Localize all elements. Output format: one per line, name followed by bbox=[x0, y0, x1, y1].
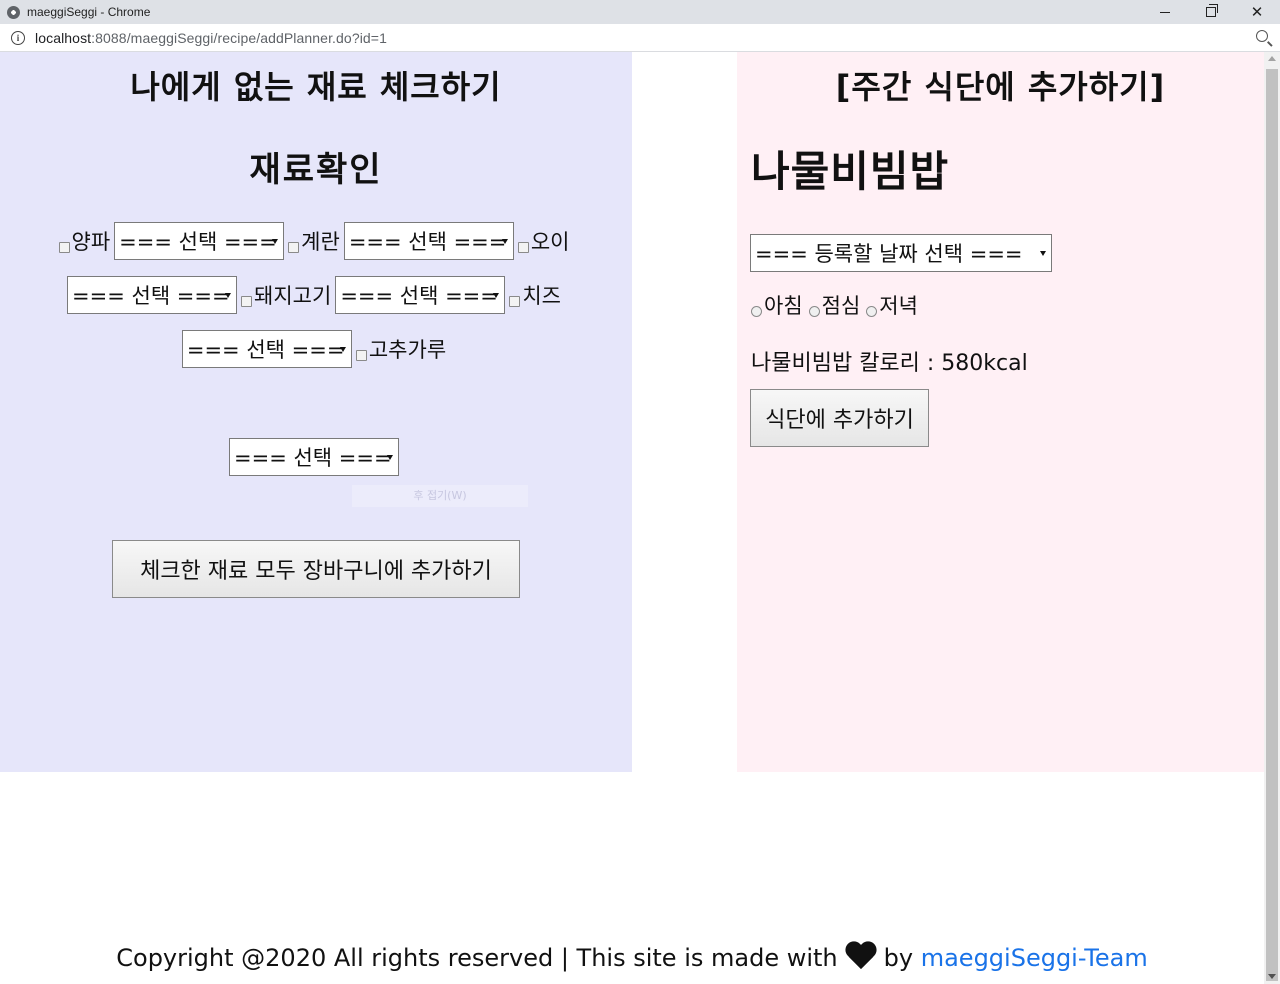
weekly-planner-panel: [주간 식단에 추가하기] 나물비빔밥 === 등록할 날짜 선택 === 아침… bbox=[737, 52, 1264, 772]
close-button[interactable]: ✕ bbox=[1234, 0, 1280, 24]
ingredient-confirm-heading: 재료확인 bbox=[249, 150, 383, 190]
ingredient-label-cheese: 치즈 bbox=[522, 284, 561, 308]
meal-label-breakfast: 아침 bbox=[764, 294, 803, 318]
ingredient-label-pork: 돼지고기 bbox=[254, 284, 332, 308]
ingredient-line: === 선택 === bbox=[0, 438, 632, 476]
minimize-icon bbox=[1160, 11, 1170, 13]
info-icon[interactable]: i bbox=[11, 30, 25, 45]
close-icon: ✕ bbox=[1250, 3, 1264, 21]
scroll-down-arrow-icon[interactable] bbox=[1268, 974, 1276, 979]
ingredient-select-cheese[interactable]: === 선택 === bbox=[181, 330, 352, 368]
faded-tooltip: 후 접기(W) bbox=[352, 485, 528, 507]
calorie-text: 나물비빔밥 칼로리 : 580kcal bbox=[751, 351, 1028, 376]
dropdown-arrow-icon bbox=[493, 293, 500, 298]
team-link[interactable]: maeggiSeggi-Team bbox=[921, 944, 1148, 972]
add-to-cart-button[interactable]: 체크한 재료 모두 장바구니에 추가하기 bbox=[112, 540, 520, 598]
meal-radio-group: 아침 점심 저녁 bbox=[751, 290, 924, 320]
select-value: === 선택 === bbox=[186, 338, 345, 362]
select-value: === 선택 === bbox=[119, 230, 277, 254]
select-value: === 등록할 날짜 선택 === bbox=[755, 242, 1023, 266]
recipe-name: 나물비빔밥 bbox=[751, 147, 950, 196]
url-path: :8088/maeggiSeggi/recipe/addPlanner.do?i… bbox=[91, 29, 387, 46]
ingredient-line: === 선택 === 돼지고기 === 선택 === 치즈 bbox=[0, 276, 632, 314]
restore-button[interactable] bbox=[1188, 0, 1234, 24]
dropdown-arrow-icon bbox=[272, 239, 279, 244]
ingredient-checkbox-onion[interactable] bbox=[58, 241, 70, 253]
ingredient-line: 양파 === 선택 === 계란 === 선택 === 오이 bbox=[0, 222, 632, 260]
ingredient-select-egg[interactable]: === 선택 === bbox=[343, 222, 514, 260]
ingredient-label-red-pepper-powder: 고추가루 bbox=[368, 338, 447, 362]
ingredient-checkbox-egg[interactable] bbox=[288, 241, 300, 253]
ingredient-checkbox-cheese[interactable] bbox=[509, 295, 521, 307]
scroll-up-arrow-icon[interactable] bbox=[1268, 56, 1276, 61]
dropdown-arrow-icon bbox=[1040, 251, 1046, 256]
minimize-button[interactable] bbox=[1142, 0, 1188, 24]
select-value: === 선택 === bbox=[234, 446, 392, 470]
ingredient-checkbox-red-pepper-powder[interactable] bbox=[355, 349, 367, 361]
restore-icon bbox=[1206, 4, 1218, 17]
ingredient-line: === 선택 === 고추가루 bbox=[0, 330, 632, 368]
ingredient-checkbox-cucumber[interactable] bbox=[517, 241, 529, 253]
page-viewport: 나에게 없는 재료 체크하기 재료확인 양파 === 선택 === 계란 ===… bbox=[0, 52, 1264, 984]
ingredient-label-onion: 양파 bbox=[71, 230, 111, 254]
window-titlebar: maeggiSeggi - Chrome ✕ bbox=[0, 0, 1280, 24]
ingredient-select-onion[interactable]: === 선택 === bbox=[114, 222, 285, 260]
select-value: === 선택 === bbox=[72, 284, 230, 308]
scrollbar-thumb[interactable] bbox=[1266, 69, 1278, 981]
date-select[interactable]: === 등록할 날짜 선택 === bbox=[750, 234, 1052, 272]
ingredient-label-egg: 계란 bbox=[301, 230, 340, 254]
ingredient-check-panel: 나에게 없는 재료 체크하기 재료확인 양파 === 선택 === 계란 ===… bbox=[0, 52, 632, 772]
ingredient-select-red-pepper-powder[interactable]: === 선택 === bbox=[229, 438, 399, 476]
zoom-icon[interactable] bbox=[1256, 30, 1268, 42]
ingredient-label-cucumber: 오이 bbox=[530, 230, 570, 254]
url-host: localhost bbox=[35, 29, 92, 46]
meal-radio-lunch[interactable] bbox=[808, 305, 820, 317]
dropdown-arrow-icon bbox=[225, 293, 232, 298]
url-text[interactable]: localhost:8088/maeggiSeggi/recipe/addPla… bbox=[35, 30, 387, 46]
meal-radio-breakfast[interactable] bbox=[751, 305, 762, 317]
meal-radio-dinner[interactable] bbox=[866, 305, 878, 317]
footer: Copyright @2020 All rights reserved | Th… bbox=[0, 942, 1264, 972]
chrome-icon bbox=[7, 5, 20, 19]
ingredient-check-title: 나에게 없는 재료 체크하기 bbox=[130, 68, 502, 106]
dropdown-arrow-icon bbox=[387, 455, 393, 460]
select-value: === 선택 === bbox=[348, 230, 507, 254]
window-title: maeggiSeggi - Chrome bbox=[27, 5, 151, 19]
ingredient-select-cucumber[interactable]: === 선택 === bbox=[67, 276, 238, 314]
weekly-planner-title: [주간 식단에 추가하기] bbox=[835, 68, 1166, 106]
select-value: === 선택 === bbox=[340, 284, 498, 308]
meal-label-dinner: 저녁 bbox=[879, 294, 918, 318]
add-to-planner-button[interactable]: 식단에 추가하기 bbox=[750, 389, 929, 447]
address-bar[interactable]: i localhost:8088/maeggiSeggi/recipe/addP… bbox=[0, 24, 1280, 52]
ingredient-select-pork[interactable]: === 선택 === bbox=[335, 276, 506, 314]
vertical-scrollbar[interactable] bbox=[1264, 52, 1280, 984]
dropdown-arrow-icon bbox=[339, 347, 346, 352]
heart-icon bbox=[844, 942, 878, 972]
dropdown-arrow-icon bbox=[501, 239, 508, 244]
footer-copyright: Copyright @2020 All rights reserved | Th… bbox=[116, 944, 838, 972]
meal-label-lunch: 점심 bbox=[821, 294, 861, 318]
footer-by: by bbox=[883, 944, 914, 972]
ingredient-checkbox-pork[interactable] bbox=[241, 295, 253, 307]
